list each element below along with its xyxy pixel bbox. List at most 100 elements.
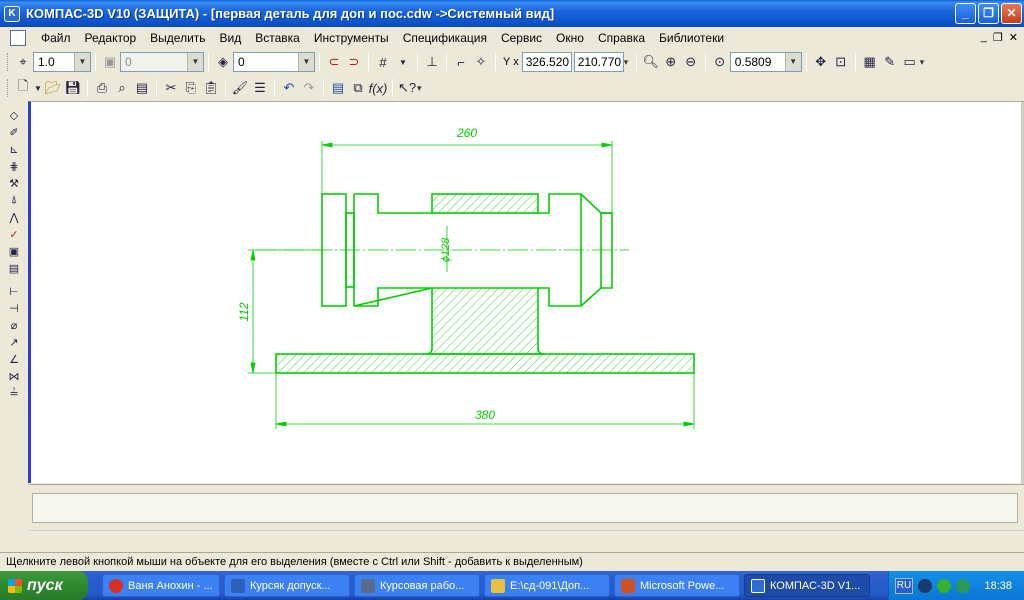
redo-icon[interactable]: ↷ [299, 78, 319, 98]
angular-dim-icon[interactable]: ∠ [3, 351, 25, 368]
dimensions-icon[interactable]: ⊾ [3, 141, 25, 158]
menu-window[interactable]: Окно [549, 27, 591, 49]
menu-libraries[interactable]: Библиотеки [652, 27, 731, 49]
menu-help[interactable]: Справка [591, 27, 652, 49]
layer-icon[interactable]: ▣ [100, 52, 120, 72]
task-button-opera[interactable]: Ваня Анохин - ... [102, 574, 220, 597]
minimize-button[interactable]: _ [955, 3, 976, 24]
menu-service[interactable]: Сервис [494, 27, 549, 49]
editing-icon[interactable]: ⚒ [3, 175, 25, 192]
grid-icon[interactable]: # [373, 52, 393, 72]
toolbar-overflow-icon[interactable]: ▾ [417, 78, 425, 98]
zoom-combo[interactable]: 0.5809 ▼ [729, 52, 802, 72]
new-dropdown-icon[interactable]: ▼ [33, 78, 43, 98]
tray-network-icon[interactable] [956, 578, 970, 593]
zoom-in-icon[interactable]: ⊕ [661, 52, 681, 72]
properties-list-icon[interactable]: ☰ [250, 78, 270, 98]
zoom-fit-icon[interactable]: ⊡ [831, 52, 851, 72]
mdi-restore-button[interactable]: ❐ [993, 31, 1003, 44]
start-button[interactable]: пуск [0, 571, 88, 600]
edit-geometry-icon[interactable]: ✐ [3, 124, 25, 141]
pan-icon[interactable]: ✥ [811, 52, 831, 72]
view-combo[interactable]: 0 ▼ [233, 52, 315, 72]
mdi-close-button[interactable]: ✕ [1009, 31, 1018, 44]
open-folder-icon[interactable]: 📂︎ [43, 78, 63, 98]
toolbar-grip[interactable] [7, 79, 10, 97]
properties-icon[interactable]: ✎ [880, 52, 900, 72]
ortho-mode-icon[interactable]: ⌐ [451, 52, 471, 72]
mdi-minimize-button[interactable]: _ [981, 31, 987, 44]
save-icon[interactable]: 💾︎ [63, 78, 83, 98]
menu-view[interactable]: Вид [213, 27, 249, 49]
magnet-snap-icon[interactable]: ⊂ [324, 52, 344, 72]
parametric-mode-icon[interactable]: ✧ [471, 52, 491, 72]
refresh-view-icon[interactable]: ▦ [860, 52, 880, 72]
copy-icon[interactable]: ⎘ [181, 78, 201, 98]
menu-select[interactable]: Выделить [143, 27, 212, 49]
coord-y-field[interactable]: 210.770 [573, 52, 624, 72]
coord-x-field[interactable]: 326.520 [521, 52, 572, 72]
cut-icon[interactable]: ✂ [161, 78, 181, 98]
help-pointer-icon[interactable]: ↖? [397, 78, 417, 98]
panel-toggle-icon[interactable]: ▭ [900, 52, 920, 72]
variables-fx-icon[interactable]: f(x) [368, 78, 388, 98]
zoom-out-icon[interactable]: ⊖ [681, 52, 701, 72]
preview-icon[interactable]: ▤ [132, 78, 152, 98]
zoom-scale-icon[interactable]: ⊙ [710, 52, 730, 72]
toolbar-grip[interactable] [7, 53, 10, 71]
geometry-icon[interactable]: ◇ [3, 107, 25, 124]
designations-icon[interactable]: ⋕ [3, 158, 25, 175]
grid-dropdown-icon[interactable]: ▼ [393, 52, 413, 72]
maximize-button[interactable]: ❐ [978, 3, 999, 24]
roughness-icon[interactable]: ≟ [3, 385, 25, 402]
task-button-explorer[interactable]: E:\сд-091\Доп... [484, 574, 610, 597]
toolbar-overflow-icon[interactable]: ▾ [624, 52, 632, 72]
close-button[interactable]: ✕ [1001, 3, 1022, 24]
toolbar-overflow-icon[interactable]: ▾ [920, 52, 928, 72]
new-document-icon[interactable]: 🗋︎ [13, 78, 33, 98]
diameter-dim-icon[interactable]: ⌀ [3, 317, 25, 334]
horizontal-dim-icon[interactable]: ⊣ [3, 300, 25, 317]
library-manager-icon[interactable]: ⧉ [348, 78, 368, 98]
task-button-coursework[interactable]: Курсовая рабо... [354, 574, 480, 597]
undo-icon[interactable]: ↶ [279, 78, 299, 98]
spec-icon[interactable]: ▤ [3, 260, 25, 277]
manager-icon[interactable]: ▤ [328, 78, 348, 98]
cursor-step-combo[interactable]: 1.0 ▼ [33, 52, 91, 72]
task-button-powerpoint[interactable]: Microsoft Powe... [614, 574, 740, 597]
menu-insert[interactable]: Вставка [248, 27, 307, 49]
document-icon[interactable] [10, 30, 26, 46]
zoom-window-icon[interactable]: 🔍︎ [641, 52, 661, 72]
print-icon[interactable]: ⎙ [92, 78, 112, 98]
associative-views-icon[interactable]: ▣ [3, 243, 25, 260]
print-preview-icon[interactable]: ⌕ [112, 78, 132, 98]
magnet-local-snap-icon[interactable]: ⊃ [344, 52, 364, 72]
paste-icon[interactable]: 📋︎ [201, 78, 221, 98]
step-cursor-icon[interactable]: ⌖ [13, 52, 33, 72]
radial-dim-icon[interactable]: ↗ [3, 334, 25, 351]
chevron-down-icon[interactable]: ▼ [187, 53, 203, 71]
chevron-down-icon[interactable]: ▼ [784, 53, 801, 71]
menu-tools[interactable]: Инструменты [307, 27, 396, 49]
local-cs-icon[interactable]: ⊥ [422, 52, 442, 72]
kompas-app-icon[interactable]: K [4, 5, 20, 22]
measure-icon[interactable]: ⋀ [3, 209, 25, 226]
chamfer-dim-icon[interactable]: ⋈ [3, 368, 25, 385]
drawing-canvas[interactable]: 260 380 112 ϕ128 [28, 101, 1024, 484]
chevron-down-icon[interactable]: ▼ [74, 53, 90, 71]
linear-dim-icon[interactable]: ⊢ [3, 283, 25, 300]
parametrization-icon[interactable]: ⍋ [3, 192, 25, 209]
task-button-word[interactable]: Курсяк допуск... [224, 574, 350, 597]
menu-editor[interactable]: Редактор [78, 27, 144, 49]
chevron-down-icon[interactable]: ▼ [298, 53, 314, 71]
menu-file[interactable]: Файл [34, 27, 78, 49]
format-painter-icon[interactable]: 🖌︎ [230, 78, 250, 98]
selection-icon[interactable]: ✓ [3, 226, 25, 243]
language-indicator[interactable]: RU [895, 577, 913, 594]
view-layers-icon[interactable]: ◈ [213, 52, 233, 72]
tray-expand-icon[interactable] [918, 578, 932, 593]
menu-specification[interactable]: Спецификация [396, 27, 494, 49]
tray-app-icon[interactable] [937, 578, 951, 593]
task-button-kompas[interactable]: КОМПАС-3D V1... [744, 574, 870, 597]
layer-combo[interactable]: 0 ▼ [120, 52, 204, 72]
